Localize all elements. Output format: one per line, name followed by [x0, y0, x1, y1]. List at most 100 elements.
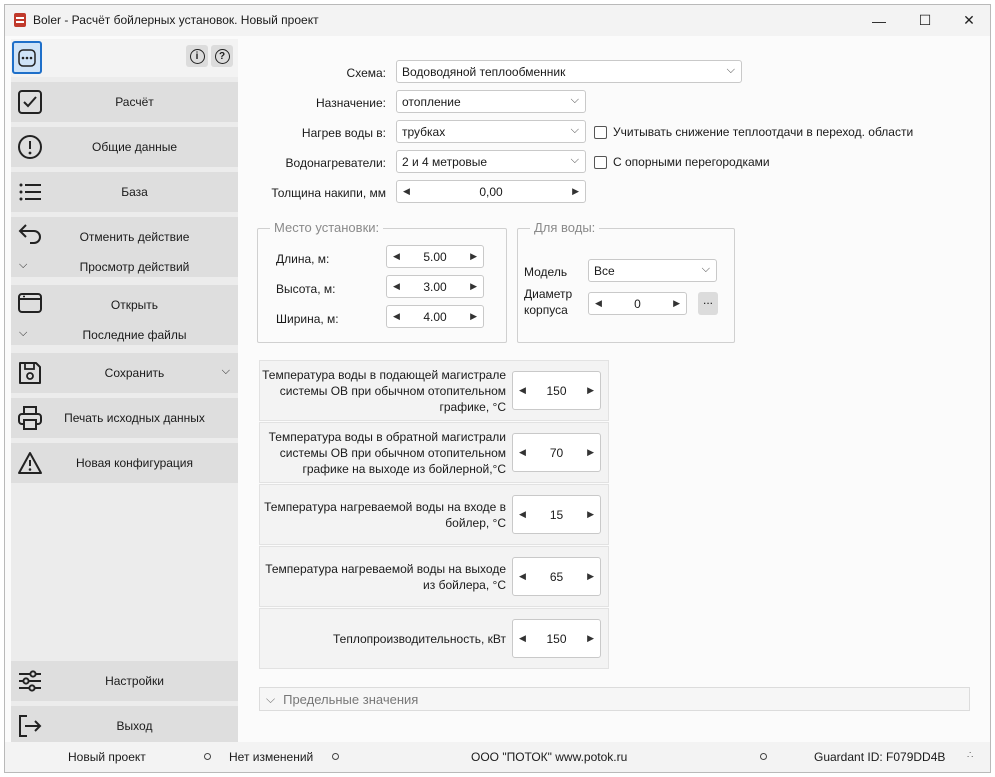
help-icon: ? [214, 48, 230, 64]
exit-icon [19, 715, 42, 737]
width-spinbox[interactable]: ◀ 4.00 ▶ [386, 305, 484, 328]
decrement-arrow-icon[interactable]: ◀ [393, 281, 400, 292]
sidebar-item-recent[interactable]: ⌵ Последние файлы [11, 323, 238, 347]
temp-supply-value: 150 [546, 383, 567, 398]
width-value: 4.00 [423, 309, 447, 324]
status-indicator-icon [204, 753, 211, 760]
heat-output-label: Теплопроизводительность, кВт [332, 631, 506, 646]
status-bar: Новый проект Нет изменений ООО "ПОТОК" w… [5, 742, 990, 772]
status-changes: Нет изменений [229, 750, 314, 764]
partitions-checkbox-label: С опорными перегородками [613, 155, 770, 169]
decrement-arrow-icon[interactable]: ◀ [519, 509, 526, 520]
temp-inlet-spinbox[interactable]: ◀ 15 ▶ [512, 495, 601, 534]
heaters-select[interactable]: 2 и 4 метровые ⌵ [396, 150, 586, 173]
sidebar-item-base[interactable]: База [11, 172, 238, 212]
increment-arrow-icon[interactable]: ▶ [572, 186, 579, 197]
sidebar-item-settings[interactable]: Настройки [11, 661, 238, 701]
increment-arrow-icon[interactable]: ▶ [470, 281, 477, 292]
sidebar-item-new-config[interactable]: Новая конфигурация [11, 443, 238, 483]
sidebar-item-history[interactable]: ⌵ Просмотр действий [11, 255, 238, 279]
more-button[interactable]: ... [698, 292, 718, 315]
height-spinbox[interactable]: ◀ 3.00 ▶ [386, 275, 484, 298]
water-group: Для воды: Модель Все ⌵ Диаметр корпуса ◀… [517, 220, 735, 343]
heating-select[interactable]: трубках ⌵ [396, 120, 586, 143]
diameter-spinbox[interactable]: ◀ 0 ▶ [588, 292, 687, 315]
purpose-label: Назначение: [315, 96, 386, 110]
temp-outlet-spinbox[interactable]: ◀ 65 ▶ [512, 557, 601, 596]
decrement-arrow-icon[interactable]: ◀ [519, 633, 526, 644]
decrement-arrow-icon[interactable]: ◀ [403, 186, 410, 197]
main-content: Схема: Водоводяной теплообменник ⌵ Назна… [239, 39, 988, 741]
sidebar-item-label: Расчёт [115, 95, 154, 109]
increment-arrow-icon[interactable]: ▶ [587, 509, 594, 520]
heating-value: трубках [402, 125, 446, 139]
increment-arrow-icon[interactable]: ▶ [587, 385, 594, 396]
partitions-checkbox[interactable]: С опорными перегородками [594, 155, 770, 169]
length-spinbox[interactable]: ◀ 5.00 ▶ [386, 245, 484, 268]
decrement-arrow-icon[interactable]: ◀ [393, 311, 400, 322]
diameter-label: Диаметр [524, 287, 573, 301]
temp-row: Теплопроизводительность, кВт ◀ 150 ▶ [259, 608, 609, 669]
maximize-button[interactable]: ☐ [902, 5, 948, 36]
sidebar-item-label: Просмотр действий [79, 260, 190, 274]
printer-icon [18, 406, 42, 430]
temp-row: Температура воды в обратной магистрали с… [259, 422, 609, 483]
decrement-arrow-icon[interactable]: ◀ [519, 571, 526, 582]
temp-inlet-label: Температура нагреваемой воды на входе в … [264, 499, 506, 530]
heaters-value: 2 и 4 метровые [402, 155, 488, 169]
temp-inlet-value: 15 [549, 507, 564, 522]
resize-grip-icon[interactable]: ∴ [967, 750, 973, 761]
info-button[interactable]: i [186, 45, 208, 67]
limits-expander[interactable]: ⌵ Предельные значения [259, 687, 970, 711]
help-button[interactable]: ? [211, 45, 233, 67]
temp-outlet-value: 65 [549, 569, 564, 584]
increment-arrow-icon[interactable]: ▶ [470, 311, 477, 322]
decrement-arrow-icon[interactable]: ◀ [393, 251, 400, 262]
sidebar-item-exit[interactable]: Выход [11, 706, 238, 746]
increment-arrow-icon[interactable]: ▶ [587, 571, 594, 582]
temp-supply-spinbox[interactable]: ◀ 150 ▶ [512, 371, 601, 410]
heat-output-spinbox[interactable]: ◀ 150 ▶ [512, 619, 601, 658]
window-title: Boler - Расчёт бойлерных установок. Новы… [33, 13, 319, 27]
sidebar-item-calc[interactable]: Расчёт [11, 82, 238, 122]
temp-return-spinbox[interactable]: ◀ 70 ▶ [512, 433, 601, 472]
temp-supply-label: Температура воды в подающей магистрале с… [262, 367, 506, 414]
temp-row: Температура нагреваемой воды на выходе и… [259, 546, 609, 607]
install-group: Место установки: Длина, м: ◀ 5.00 ▶ Высо… [257, 220, 507, 343]
sidebar-item-print[interactable]: Печать исходных данных [11, 398, 238, 438]
checkbox-box[interactable] [594, 125, 607, 139]
sidebar-item-save[interactable]: Сохранить ⌵ [11, 353, 238, 393]
transition-checkbox-label: Учитывать снижение теплоотдачи в переход… [613, 125, 914, 139]
status-company: ООО "ПОТОК" www.potok.ru [471, 750, 628, 764]
increment-arrow-icon[interactable]: ▶ [470, 251, 477, 262]
limits-expander-label: Предельные значения [283, 691, 419, 707]
diameter-value: 0 [634, 296, 641, 311]
sidebar-item-label: Отменить действие [79, 230, 190, 244]
chevron-down-icon: ⌵ [570, 154, 579, 166]
decrement-arrow-icon[interactable]: ◀ [519, 385, 526, 396]
decrement-arrow-icon[interactable]: ◀ [595, 298, 602, 309]
sidebar-item-label: Печать исходных данных [64, 411, 205, 425]
increment-arrow-icon[interactable]: ▶ [587, 633, 594, 644]
minimize-button[interactable]: — [856, 5, 902, 36]
scheme-label: Схема: [346, 66, 386, 80]
chevron-down-icon: ⌵ [570, 94, 579, 106]
menu-button[interactable] [12, 41, 42, 74]
status-project: Новый проект [68, 750, 146, 764]
transition-checkbox[interactable]: Учитывать снижение теплоотдачи в переход… [594, 125, 913, 139]
decrement-arrow-icon[interactable]: ◀ [519, 447, 526, 458]
increment-arrow-icon[interactable]: ▶ [673, 298, 680, 309]
checkbox-box[interactable] [594, 155, 607, 169]
close-button[interactable]: ✕ [946, 5, 992, 36]
temp-row: Температура воды в подающей магистрале с… [259, 360, 609, 421]
model-select[interactable]: Все ⌵ [588, 259, 717, 282]
sidebar-item-label: Сохранить [104, 366, 165, 380]
sidebar-item-general[interactable]: Общие данные [11, 127, 238, 167]
chevron-down-icon[interactable]: ⌵ [222, 365, 230, 378]
scheme-select[interactable]: Водоводяной теплообменник ⌵ [396, 60, 742, 83]
scale-spinbox[interactable]: ◀ 0,00 ▶ [396, 180, 586, 203]
increment-arrow-icon[interactable]: ▶ [587, 447, 594, 458]
temp-return-value: 70 [549, 445, 564, 460]
purpose-select[interactable]: отопление ⌵ [396, 90, 586, 113]
scale-label: Толщина накипи, мм [271, 186, 386, 200]
